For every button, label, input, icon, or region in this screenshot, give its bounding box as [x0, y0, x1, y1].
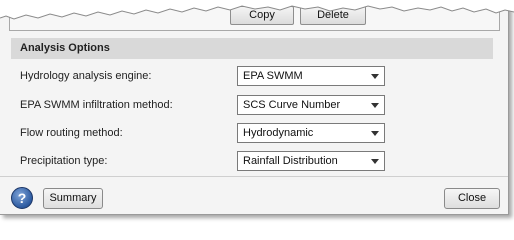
analysis-options-dialog: Copy Delete Analysis Options Hydrology a…: [0, 0, 509, 215]
hydrology-engine-value: EPA SWMM: [243, 70, 303, 82]
chevron-down-icon: [371, 103, 379, 108]
close-button[interactable]: Close: [444, 188, 500, 209]
summary-button[interactable]: Summary: [43, 188, 103, 209]
precipitation-type-select[interactable]: Rainfall Distribution: [237, 151, 385, 171]
flow-routing-value: Hydrodynamic: [243, 127, 314, 139]
precipitation-type-value: Rainfall Distribution: [243, 155, 338, 167]
help-icon[interactable]: ?: [11, 187, 33, 209]
infiltration-method-value: SCS Curve Number: [243, 99, 341, 111]
torn-edge-decoration: [0, 0, 514, 20]
flow-routing-select[interactable]: Hydrodynamic: [237, 123, 385, 143]
footer-divider: [0, 176, 508, 177]
infiltration-method-select[interactable]: SCS Curve Number: [237, 95, 385, 115]
chevron-down-icon: [371, 159, 379, 164]
hydrology-engine-select[interactable]: EPA SWMM: [237, 66, 385, 86]
chevron-down-icon: [371, 74, 379, 79]
section-header: Analysis Options: [11, 38, 493, 59]
infiltration-method-label: EPA SWMM infiltration method:: [20, 99, 173, 111]
flow-routing-label: Flow routing method:: [20, 127, 123, 139]
chevron-down-icon: [371, 131, 379, 136]
precipitation-type-label: Precipitation type:: [20, 155, 108, 167]
hydrology-engine-label: Hydrology analysis engine:: [20, 70, 152, 82]
